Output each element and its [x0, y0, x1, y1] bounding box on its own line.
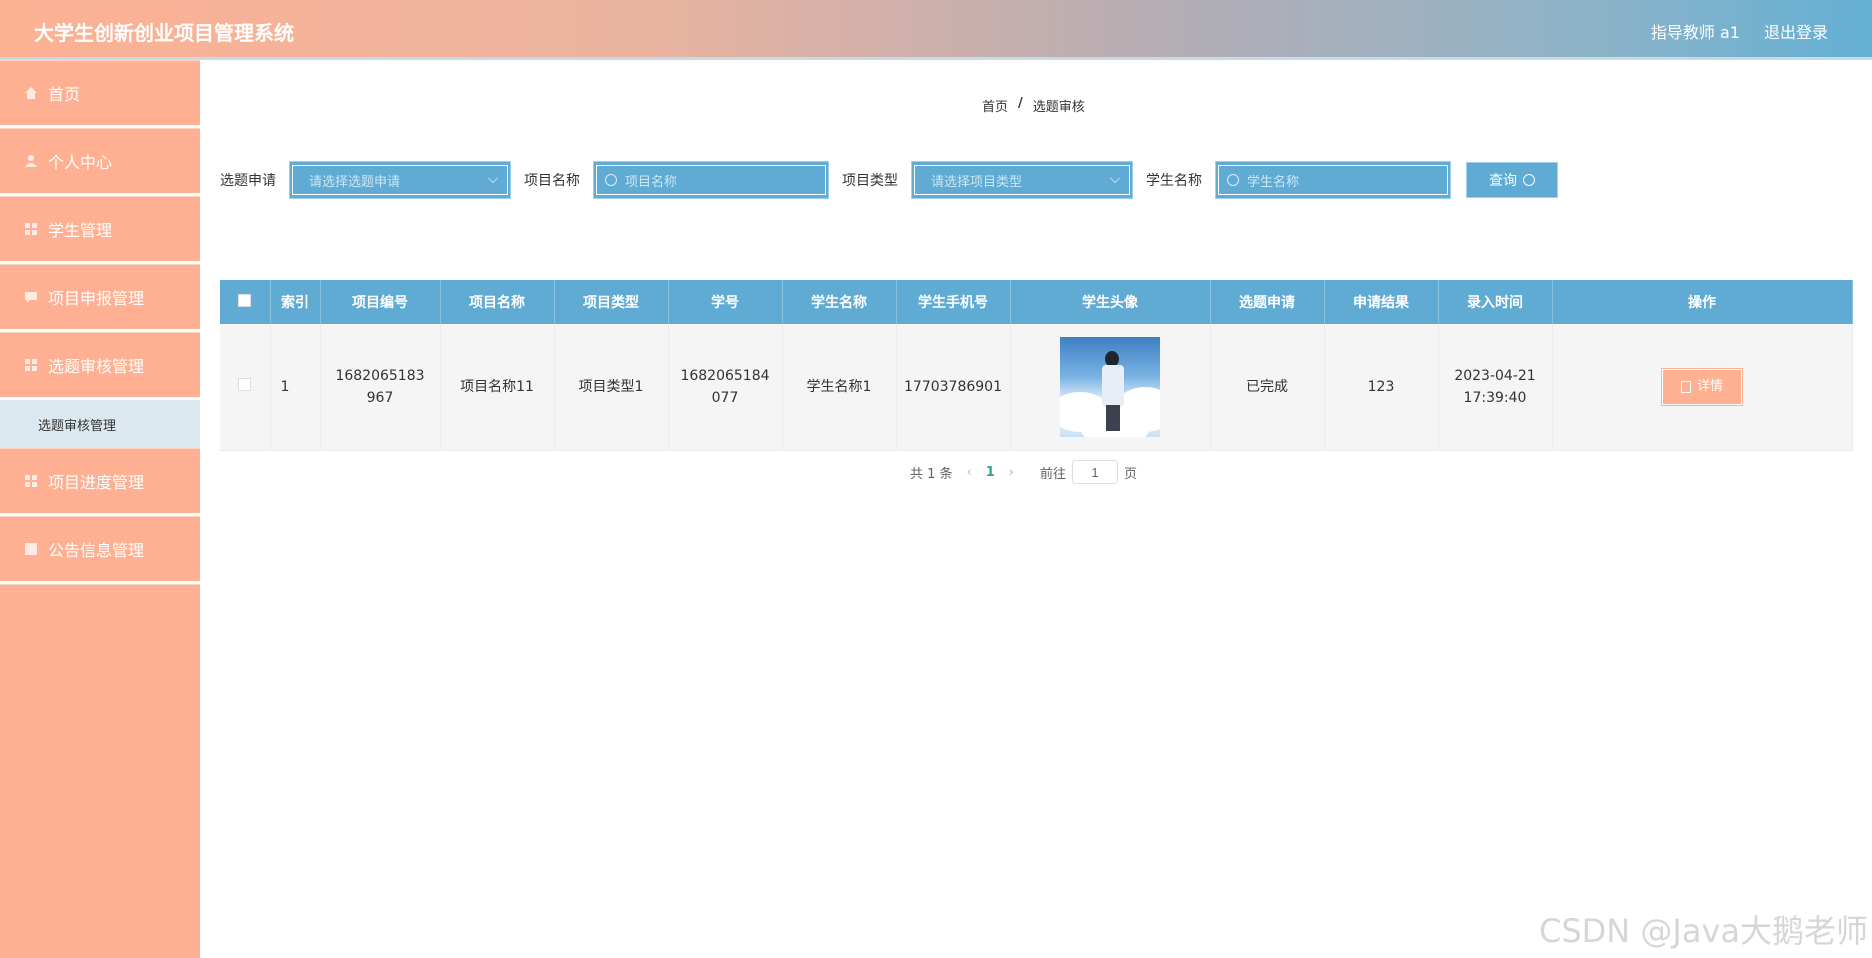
cell-project-name: 项目名称11: [440, 324, 555, 451]
cell-phone: 17703786901: [896, 324, 1011, 451]
project-type-select[interactable]: 请选择项目类型: [911, 161, 1133, 199]
column-header: 项目编号: [320, 280, 441, 324]
sidebar-item-label: 首页: [48, 85, 81, 104]
cell-actions: 详情: [1552, 324, 1853, 451]
breadcrumb: 首页 / 选题审核: [982, 96, 1085, 115]
breadcrumb-current: 选题审核: [1032, 100, 1085, 115]
column-header: 学生手机号: [896, 280, 1011, 324]
column-header: 选题申请: [1210, 280, 1325, 324]
header-actions: 指导教师 a1 退出登录: [1651, 19, 1828, 43]
sidebar-item-topic-review[interactable]: 选题审核管理: [0, 332, 200, 400]
column-header: 学生头像: [1010, 280, 1211, 324]
home-icon: [25, 87, 37, 99]
column-header: 申请结果: [1324, 280, 1439, 324]
search-icon: [1227, 174, 1239, 186]
goto-label: 前往: [1040, 466, 1067, 482]
column-header: 项目类型: [554, 280, 669, 324]
breadcrumb-separator: /: [1018, 96, 1023, 111]
grid-icon: [25, 359, 37, 371]
sidebar-item-students[interactable]: 学生管理: [0, 196, 200, 264]
person-figure: [1102, 350, 1124, 431]
column-header: 学号: [668, 280, 783, 324]
column-header: 操作: [1552, 280, 1853, 324]
sidebar-item-progress[interactable]: 项目进度管理: [0, 448, 200, 516]
watermark: CSDN @Java大鹅老师: [1538, 912, 1868, 950]
user-icon: [25, 155, 37, 167]
sidebar: 首页 个人中心 学生管理 项目申报管理 选题审核管理 选题审核管理 项目进度管理…: [0, 60, 200, 958]
grid-icon: [25, 223, 37, 235]
search-icon: [1523, 174, 1535, 186]
sidebar-item-home[interactable]: 首页: [0, 60, 200, 128]
sidebar-item-label: 学生管理: [48, 221, 113, 240]
search-bar: 选题申请 请选择选题申请 项目名称 项目名称 项目类型 请选择项目类型 学生名称…: [220, 161, 1559, 199]
select-all-cell: [220, 280, 271, 324]
top-header: 大学生创新创业项目管理系统 指导教师 a1 退出登录: [0, 0, 1872, 60]
sidebar-item-project-apply[interactable]: 项目申报管理: [0, 264, 200, 332]
chevron-left-icon[interactable]: ‹: [967, 465, 972, 480]
student-name-placeholder: 学生名称: [1247, 174, 1300, 190]
column-header: 项目名称: [440, 280, 555, 324]
page-number[interactable]: 1: [986, 465, 995, 480]
sidebar-item-label: 个人中心: [48, 153, 113, 172]
sidebar-item-profile[interactable]: 个人中心: [0, 128, 200, 196]
project-type-placeholder: 请选择项目类型: [931, 174, 1023, 190]
student-name-input[interactable]: 学生名称: [1215, 161, 1451, 199]
cell-avatar: [1010, 324, 1211, 451]
goto-group: 前往 页: [1040, 460, 1137, 484]
document-icon: [1680, 380, 1691, 393]
sidebar-item-label: 项目进度管理: [48, 473, 145, 492]
project-name-placeholder: 项目名称: [625, 174, 678, 190]
select-all-checkbox[interactable]: [238, 293, 252, 307]
pagination: 共 1 条 ‹ 1 › 前往 页: [910, 460, 1137, 484]
cell-apply-status: 已完成: [1210, 324, 1325, 451]
current-user[interactable]: 指导教师 a1: [1651, 19, 1740, 43]
app-title: 大学生创新创业项目管理系统: [34, 21, 294, 45]
logout-link[interactable]: 退出登录: [1764, 19, 1828, 43]
cell-project-type: 项目类型1: [554, 324, 669, 451]
query-button-label: 查询: [1489, 173, 1517, 189]
sidebar-item-label: 项目申报管理: [48, 289, 145, 308]
sidebar-item-label: 公告信息管理: [48, 541, 145, 560]
total-count: 共 1 条: [910, 466, 953, 482]
search-icon: [605, 174, 617, 186]
column-header: 学生名称: [782, 280, 897, 324]
cell-project-no: 1682065183967: [320, 324, 441, 451]
cell-student-name: 学生名称1: [782, 324, 897, 451]
chat-icon: [25, 292, 37, 303]
cell-result: 123: [1324, 324, 1439, 451]
column-header: 索引: [270, 280, 321, 324]
detail-button[interactable]: 详情: [1661, 367, 1743, 406]
sidebar-item-notices[interactable]: 公告信息管理: [0, 516, 200, 584]
student-avatar-image[interactable]: [1060, 336, 1160, 437]
chevron-right-icon[interactable]: ›: [1009, 465, 1014, 480]
project-type-label: 项目类型: [842, 173, 898, 189]
topic-apply-label: 选题申请: [220, 173, 276, 189]
sidebar-item-label: 选题审核管理: [48, 357, 145, 376]
detail-button-label: 详情: [1696, 378, 1723, 394]
data-table: 索引 项目编号 项目名称 项目类型 学号 学生名称 学生手机号 学生头像 选题申…: [220, 280, 1853, 451]
cell-time: 2023-04-21 17:39:40: [1438, 324, 1553, 451]
topic-apply-select[interactable]: 请选择选题申请: [289, 161, 511, 199]
cell-index: 1: [270, 324, 321, 451]
goto-page-input[interactable]: [1072, 460, 1119, 484]
page-suffix: 页: [1124, 466, 1138, 482]
grid-icon: [25, 543, 37, 555]
project-name-label: 项目名称: [524, 173, 580, 189]
row-checkbox[interactable]: [238, 377, 252, 391]
grid-icon: [25, 475, 37, 487]
student-name-label: 学生名称: [1146, 173, 1202, 189]
sidebar-subitem-topic-review[interactable]: 选题审核管理: [0, 400, 200, 448]
cell-student-no: 1682065184077: [668, 324, 783, 451]
main-content: 首页 / 选题审核 选题申请 请选择选题申请 项目名称 项目名称 项目类型 请选…: [200, 60, 1872, 958]
table-row[interactable]: 1 1682065183967 项目名称11 项目类型1 16820651840…: [220, 324, 1853, 451]
row-select-cell: [220, 324, 271, 451]
project-name-input[interactable]: 项目名称: [593, 161, 829, 199]
topic-apply-placeholder: 请选择选题申请: [309, 174, 401, 190]
breadcrumb-home[interactable]: 首页: [982, 96, 1008, 115]
table-header-row: 索引 项目编号 项目名称 项目类型 学号 学生名称 学生手机号 学生头像 选题申…: [220, 280, 1853, 324]
query-button[interactable]: 查询: [1465, 161, 1559, 199]
column-header: 录入时间: [1438, 280, 1553, 324]
